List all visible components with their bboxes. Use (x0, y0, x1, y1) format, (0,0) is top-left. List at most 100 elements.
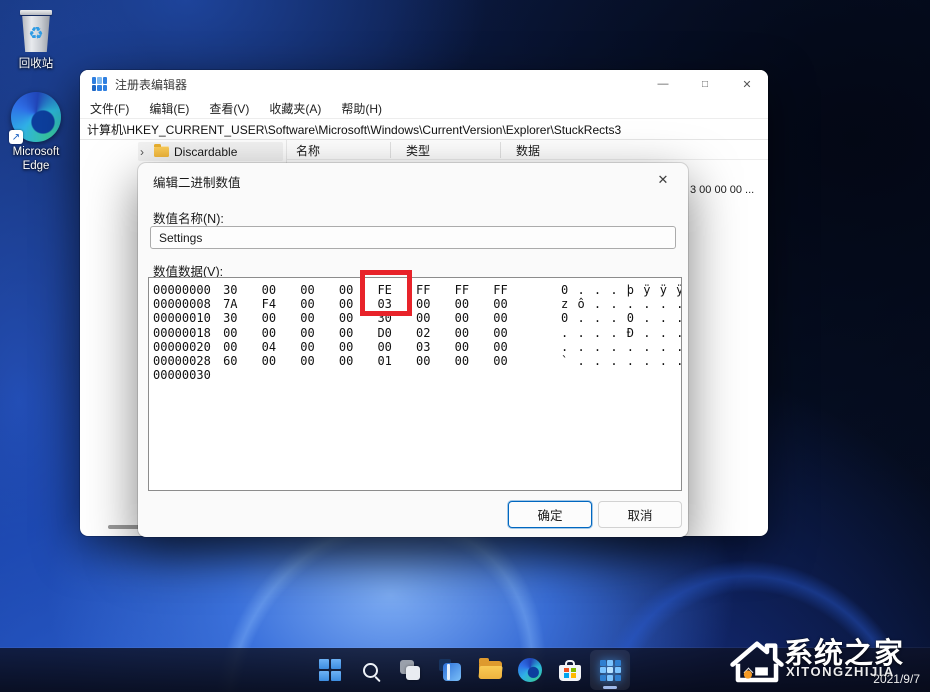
hex-byte[interactable]: 30 (211, 283, 250, 297)
menu-item[interactable]: 编辑(E) (149, 100, 189, 117)
hex-byte[interactable]: 00 (327, 283, 366, 297)
hex-byte[interactable]: 02 (404, 326, 443, 340)
hex-byte[interactable]: 04 (250, 340, 289, 354)
hex-byte[interactable]: 00 (250, 354, 289, 368)
hex-byte[interactable]: 00 (443, 311, 482, 325)
hex-byte[interactable]: 00 (211, 326, 250, 340)
hex-byte[interactable]: 00 (327, 340, 366, 354)
hex-byte[interactable]: 00 (443, 354, 482, 368)
hex-ascii: z ô . . . . . . (561, 297, 682, 311)
hex-byte[interactable]: 00 (481, 297, 520, 311)
minimize-button[interactable]: — (642, 70, 684, 98)
column-header-name[interactable]: 名称 (296, 140, 320, 160)
hex-byte[interactable]: 00 (443, 340, 482, 354)
folder-icon (154, 146, 169, 157)
tray-chevron-up-icon[interactable] (744, 667, 753, 676)
hex-byte[interactable]: 00 (481, 311, 520, 325)
hex-byte[interactable]: 7A (211, 297, 250, 311)
hex-byte[interactable]: 30 (211, 311, 250, 325)
hex-byte[interactable]: 00 (327, 354, 366, 368)
hex-row: 0000001030000000300000000 . . . 0 . . . (153, 311, 681, 325)
column-header-type[interactable]: 类型 (406, 140, 430, 160)
hex-byte[interactable]: FF (404, 283, 443, 297)
chevron-right-icon[interactable]: › (140, 146, 149, 158)
hex-byte[interactable]: 03 (404, 340, 443, 354)
hex-byte[interactable]: 00 (404, 354, 443, 368)
hex-byte[interactable]: 00 (250, 326, 289, 340)
hex-byte[interactable]: 00 (288, 311, 327, 325)
hex-row: 0000000030000000FEFFFFFF0 . . . þ ÿ ÿ ÿ (153, 283, 681, 297)
hex-byte[interactable]: 00 (288, 340, 327, 354)
address-bar[interactable]: 计算机\HKEY_CURRENT_USER\Software\Microsoft… (80, 119, 768, 140)
hex-byte[interactable]: 00 (327, 297, 366, 311)
start-button[interactable] (310, 650, 350, 690)
hex-byte[interactable]: 00 (481, 354, 520, 368)
maximize-button[interactable]: □ (684, 70, 726, 98)
hex-byte[interactable]: 00 (404, 311, 443, 325)
hex-editor[interactable]: 0000000030000000FEFFFFFF0 . . . þ ÿ ÿ ÿ0… (148, 277, 682, 491)
desktop-icon-recycle-bin[interactable]: ♻ 回收站 (0, 8, 72, 71)
hex-byte[interactable]: D0 (365, 326, 404, 340)
hex-byte[interactable]: 30 (365, 311, 404, 325)
hex-byte[interactable]: 00 (481, 340, 520, 354)
ok-button[interactable]: 确定 (508, 501, 592, 528)
menu-item[interactable]: 帮助(H) (341, 100, 382, 117)
hex-byte[interactable]: 00 (404, 297, 443, 311)
hex-byte[interactable]: 01 (365, 354, 404, 368)
hex-byte[interactable]: 00 (250, 311, 289, 325)
dialog-close-icon[interactable]: ✕ (648, 168, 678, 192)
search-icon (363, 663, 378, 678)
hex-byte[interactable]: FF (443, 283, 482, 297)
taskbar: 2021/9/7 (0, 648, 930, 692)
hex-byte[interactable]: 00 (250, 283, 289, 297)
column-header-data[interactable]: 数据 (516, 140, 540, 160)
desktop-icon-label: 回收站 (0, 57, 72, 71)
hex-ascii: . . . . . . . . (561, 340, 682, 354)
hex-offset: 00000018 (153, 326, 211, 340)
value-data-fragment: 3 00 00 00 ... (690, 184, 754, 196)
menu-item[interactable]: 收藏夹(A) (269, 100, 321, 117)
hex-offset: 00000020 (153, 340, 211, 354)
hex-byte[interactable]: 00 (481, 326, 520, 340)
hex-byte[interactable]: 00 (288, 354, 327, 368)
shortcut-arrow-icon: ↗ (9, 130, 23, 144)
widgets-button[interactable] (430, 650, 470, 690)
close-button[interactable]: ✕ (726, 70, 768, 98)
hex-row: 0000001800000000D0020000. . . . Ð . . . (153, 326, 681, 340)
regedit-taskbar-button[interactable] (590, 650, 630, 690)
hex-byte[interactable]: F4 (250, 297, 289, 311)
store-button[interactable] (550, 650, 590, 690)
hex-offset: 00000030 (153, 368, 211, 382)
widgets-icon (439, 659, 461, 681)
taskbar-clock[interactable]: 2021/9/7 (873, 672, 920, 686)
hex-byte[interactable]: 00 (288, 326, 327, 340)
hex-byte[interactable]: 60 (211, 354, 250, 368)
task-view-button[interactable] (390, 650, 430, 690)
regedit-titlebar[interactable]: 注册表编辑器 — □ ✕ (80, 70, 768, 98)
hex-byte[interactable]: 00 (327, 326, 366, 340)
hex-byte[interactable]: 00 (288, 283, 327, 297)
hex-byte[interactable]: FE (365, 283, 404, 297)
hex-byte[interactable]: 00 (211, 340, 250, 354)
desktop-icon-edge[interactable]: ↗ Microsoft Edge (0, 92, 72, 174)
cancel-button[interactable]: 取消 (598, 501, 682, 528)
menu-item[interactable]: 查看(V) (209, 100, 249, 117)
hex-offset: 00000000 (153, 283, 211, 297)
edge-button[interactable] (510, 650, 550, 690)
tree-item-discardable[interactable]: › Discardable (138, 142, 283, 161)
file-explorer-button[interactable] (470, 650, 510, 690)
edge-icon: ↗ (11, 92, 61, 142)
menu-item[interactable]: 文件(F) (90, 100, 129, 117)
hex-byte[interactable]: 00 (443, 326, 482, 340)
search-button[interactable] (350, 650, 390, 690)
address-path: 计算机\HKEY_CURRENT_USER\Software\Microsoft… (87, 121, 621, 138)
hex-row: 000000087AF4000003000000z ô . . . . . . (153, 297, 681, 311)
hex-byte[interactable]: 00 (443, 297, 482, 311)
value-name-input[interactable] (150, 226, 676, 249)
hex-byte[interactable]: 00 (327, 311, 366, 325)
hex-byte[interactable]: 00 (365, 340, 404, 354)
active-app-indicator (603, 686, 617, 689)
hex-byte[interactable]: FF (481, 283, 520, 297)
hex-byte[interactable]: 03 (365, 297, 404, 311)
hex-byte[interactable]: 00 (288, 297, 327, 311)
